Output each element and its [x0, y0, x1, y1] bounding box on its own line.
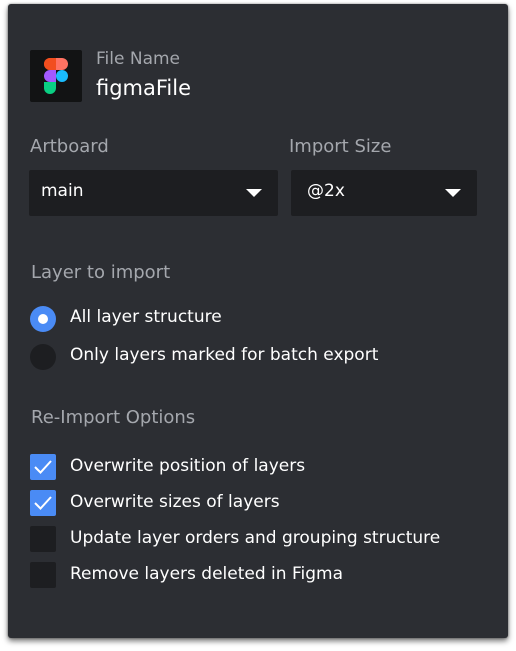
import-dialog: File Name figmaFile Artboard main Import…: [8, 4, 508, 638]
checkbox-label: Update layer orders and grouping structu…: [70, 528, 441, 548]
checkbox-overwrite-sizes[interactable]: Overwrite sizes of layers: [30, 490, 500, 518]
checkbox-update-layer-orders[interactable]: Update layer orders and grouping structu…: [30, 526, 500, 554]
artboard-select[interactable]: main: [29, 170, 278, 216]
checkbox-overwrite-position[interactable]: Overwrite position of layers: [30, 454, 500, 482]
figma-logo-icon: [30, 50, 82, 102]
checkbox-label: Remove layers deleted in Figma: [70, 564, 343, 584]
checkbox-remove-deleted-layers[interactable]: Remove layers deleted in Figma: [30, 562, 500, 590]
radio-all-layer-structure[interactable]: All layer structure: [30, 305, 500, 333]
layer-import-heading: Layer to import: [31, 262, 171, 283]
radio-label: All layer structure: [70, 307, 222, 327]
artboard-select-value: main: [41, 181, 84, 201]
artboard-label: Artboard: [30, 136, 109, 157]
import-size-select[interactable]: @2x: [291, 170, 477, 216]
checkmark-icon: [34, 496, 52, 510]
checkbox-checked[interactable]: [30, 454, 56, 480]
chevron-down-icon: [445, 189, 461, 197]
radio-button-checked[interactable]: [30, 306, 56, 332]
chevron-down-icon: [246, 189, 262, 197]
checkbox-label: Overwrite position of layers: [70, 456, 306, 476]
checkbox-checked[interactable]: [30, 490, 56, 516]
radio-button[interactable]: [30, 344, 56, 370]
checkmark-icon: [34, 460, 52, 474]
reimport-options-heading: Re-Import Options: [31, 407, 196, 428]
checkbox-label: Overwrite sizes of layers: [70, 492, 280, 512]
radio-label: Only layers marked for batch export: [70, 345, 379, 365]
import-size-label: Import Size: [289, 136, 392, 157]
file-name-label: File Name: [96, 49, 181, 69]
file-name-value: figmaFile: [96, 76, 192, 100]
radio-batch-export-layers[interactable]: Only layers marked for batch export: [30, 343, 500, 371]
import-size-select-value: @2x: [307, 181, 345, 201]
checkbox[interactable]: [30, 526, 56, 552]
checkbox[interactable]: [30, 562, 56, 588]
